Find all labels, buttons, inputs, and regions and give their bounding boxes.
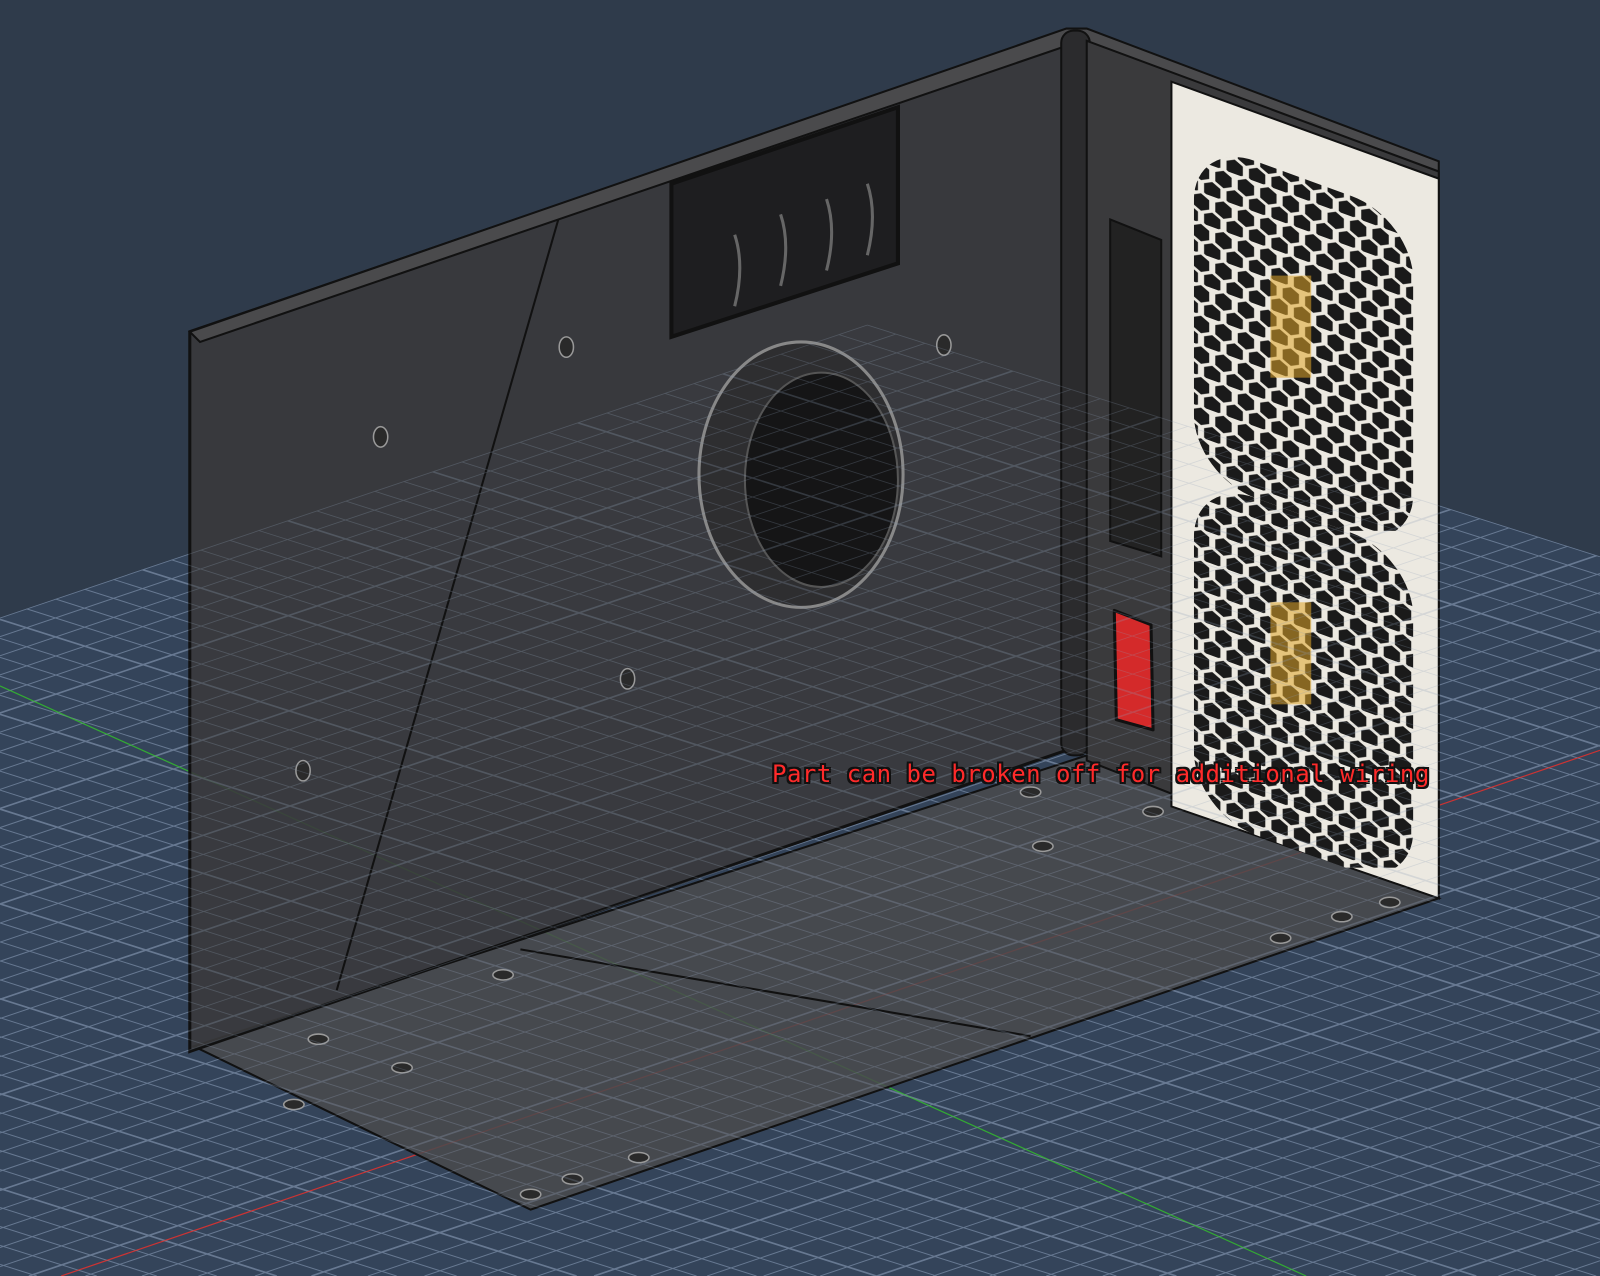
grid-line: [0, 324, 131, 351]
grid-line: [1468, 324, 1600, 349]
grid-line: [0, 324, 188, 370]
grid-line: [1589, 306, 1600, 309]
grid-line: [0, 306, 17, 312]
usb-port-slot[interactable]: [1109, 217, 1163, 558]
grid-line: [1468, 324, 1600, 349]
grid-line: [0, 306, 17, 312]
cad-viewport[interactable]: Part can be broken off for additional wi…: [0, 0, 1600, 1276]
grid-line: [1528, 324, 1600, 330]
grid-line: [1528, 324, 1600, 330]
grid-line: [0, 324, 188, 370]
3d-model-scene[interactable]: [0, 0, 1600, 1276]
corner-pillar: [1060, 29, 1091, 757]
annotation-label: Part can be broken off for additional wi…: [772, 760, 1430, 788]
grid-line: [0, 324, 75, 332]
grid-line: [0, 324, 131, 351]
fan-accent: [1270, 275, 1312, 378]
grid-line: [1589, 306, 1600, 309]
grid-line: [0, 324, 75, 332]
